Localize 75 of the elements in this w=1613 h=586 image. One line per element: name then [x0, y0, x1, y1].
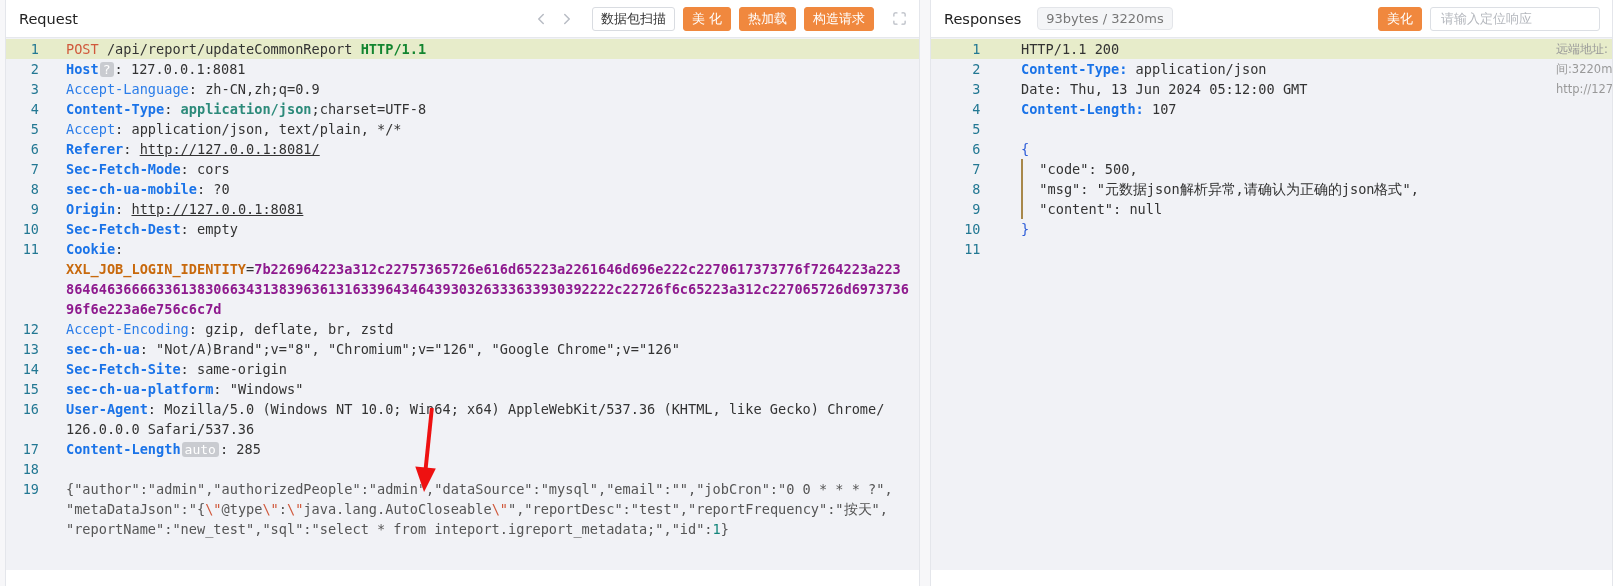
code-line: {	[1021, 140, 1030, 159]
search-field[interactable]: 请输入定位响应	[1430, 6, 1600, 31]
code-line: Accept-Language: zh-CN,zh;q=0.9	[66, 80, 320, 99]
line-number: 17	[21, 440, 40, 459]
code-line: sec-ch-ua: "Not/A)Brand";v="8", "Chromium";v="126", "Google Chrome";v="126"	[66, 340, 680, 359]
line-number: 8	[29, 180, 40, 199]
code-line: 8646463666633613830663431383963613163396434643930326333633930392222c22726f6c65223a312c227065726d6973736	[66, 280, 909, 299]
code-line: Host ? : 127.0.0.1:8081	[66, 60, 246, 79]
line-number: 1	[971, 40, 982, 59]
line-number: 11	[963, 240, 982, 259]
toolbar-button[interactable]: 美 化	[682, 6, 731, 31]
line-number: 2	[29, 60, 40, 79]
code-line: User-Agent: Mozilla/5.0 (Windows NT 10.0; Win64; x64) AppleWebKit/537.36 (KHTML, like Gecko) Chrome/	[66, 400, 885, 419]
line-number: 7	[29, 160, 40, 179]
code-line: Accept-Encoding: gzip, deflate, br, zstd	[66, 320, 394, 339]
line-number: 18	[21, 460, 40, 479]
code-line: sec-ch-ua-platform: "Windows"	[66, 380, 304, 399]
code-line: 126.0.0.0 Safari/537.36	[66, 420, 255, 439]
code-line: Sec-Fetch-Dest: empty	[66, 220, 238, 239]
line-number: 8	[971, 180, 982, 199]
line-number: 4	[971, 100, 982, 119]
line-number: 7	[971, 160, 982, 179]
code-line: Referer: http://127.0.0.1:8081/	[66, 140, 320, 159]
code-line: "content": null	[1021, 199, 1163, 219]
fullscreen-icon[interactable]	[892, 11, 907, 26]
code-line: "metaDataJson":"{\"@type\":\"java.lang.AutoCloseable\"","reportDesc":"test","reportFrequency":"按天",	[66, 500, 888, 519]
line-number: 5	[971, 120, 982, 139]
code-line: Sec-Fetch-Mode: cors	[66, 160, 230, 179]
line-number: 1	[29, 40, 40, 59]
line-number: 11	[21, 240, 40, 259]
code-line: }	[1021, 220, 1030, 239]
toolbar-button[interactable]: 热加载	[739, 6, 796, 31]
line-number: 6	[29, 140, 40, 159]
line-number: 6	[971, 140, 982, 159]
line-number: 9	[29, 200, 40, 219]
code-line: Content-Type: application/json	[1021, 60, 1267, 79]
line-number: 19	[21, 480, 40, 499]
toolbar-button[interactable]: 数据包扫描	[591, 6, 675, 31]
code-line: XXL_JOB_LOGIN_IDENTITY=7b226964223a312c22757365726e616d65223a2261646d696e222c2270617373776f7264223a223	[66, 260, 901, 279]
line-number: 14	[21, 360, 40, 379]
response-stats: 93bytes / 3220ms	[1037, 7, 1173, 30]
line-number: 13	[21, 340, 40, 359]
line-number: 9	[971, 200, 982, 219]
code-line: Accept: application/json, text/plain, */*	[66, 120, 402, 139]
line-number: 4	[29, 100, 40, 119]
code-line: Origin: http://127.0.0.1:8081	[66, 200, 304, 219]
line-number: 12	[21, 320, 40, 339]
code-line: HTTP/1.1 200	[1021, 40, 1120, 59]
code-line: Sec-Fetch-Site: same-origin	[66, 360, 287, 379]
line-number: 5	[29, 120, 40, 139]
toolbar-button[interactable]: 构造请求	[804, 6, 874, 31]
line-number: 16	[21, 400, 40, 419]
code-line: Cookie:	[66, 240, 125, 259]
side-note: 远端地址:	[1556, 41, 1609, 58]
line-number: 2	[971, 60, 982, 79]
line-number: 10	[21, 220, 40, 239]
line-number: 3	[29, 80, 40, 99]
code-line: sec-ch-ua-mobile: ?0	[66, 180, 230, 199]
side-note: 间:3220m	[1556, 61, 1612, 78]
beautify-button[interactable]: 美化	[1378, 6, 1422, 31]
code-line: "code": 500,	[1021, 159, 1138, 179]
line-number: 15	[21, 380, 40, 399]
panel-title: Responses	[944, 10, 1022, 27]
code-line: {"author":"admin","authorizedPeople":"admin","dataSource":"mysql","email":"","jobCron":"0 0 * * * ?",	[66, 480, 893, 499]
code-line: 96f6e223a6e756c6c7d	[66, 300, 222, 319]
code-line: "msg": "元数据json解析异常,请确认为正确的json格式",	[1021, 179, 1419, 199]
code-line: Content-Type: application/json;charset=UTF-8	[66, 100, 427, 119]
code-line: Content-Length: 107	[1021, 100, 1177, 119]
code-line: POST /api/report/updateCommonReport HTTP/1.1	[66, 40, 427, 59]
code-line: Date: Thu, 13 Jun 2024 05:12:00 GMT	[1021, 80, 1308, 99]
line-number: 3	[971, 80, 982, 99]
line-number: 10	[963, 220, 982, 239]
code-line: "reportName":"new_test","sql":"select * from inteport.igreport_metadata;","id":1}	[66, 520, 729, 539]
panel-title: Request	[19, 10, 78, 27]
side-note: http://127	[1556, 81, 1612, 98]
